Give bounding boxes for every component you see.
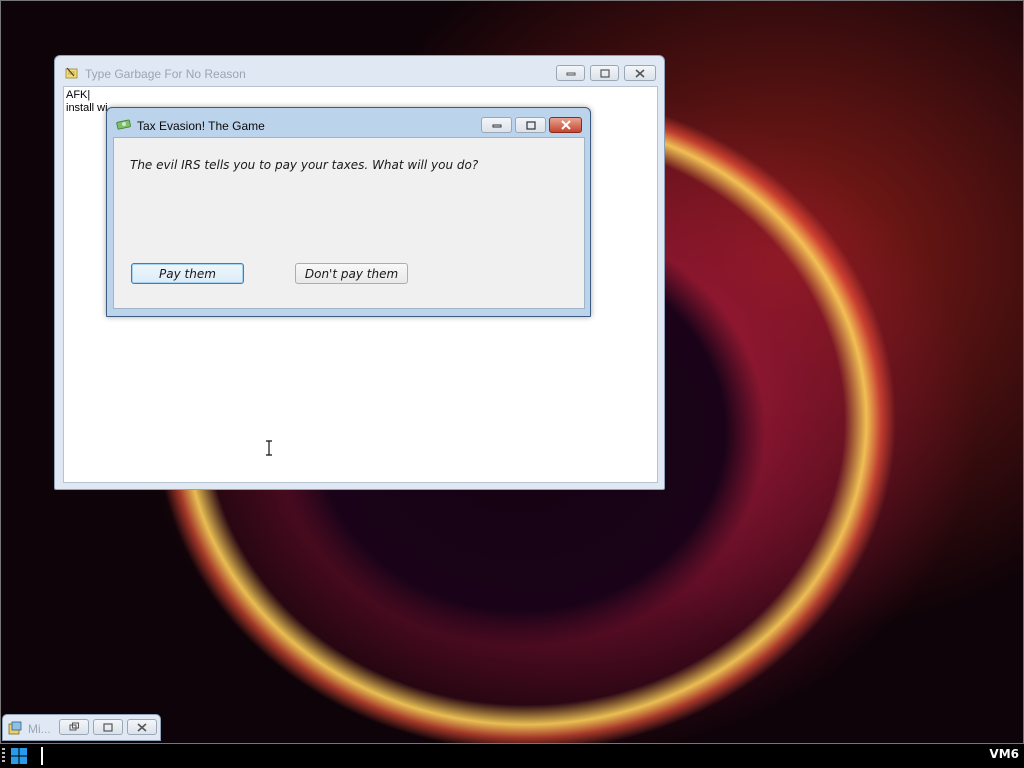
close-icon [635, 68, 645, 78]
maximize-icon [525, 120, 536, 130]
minimize-icon [566, 72, 575, 76]
background-minimize-button[interactable] [556, 65, 585, 81]
close-icon [137, 722, 147, 732]
taskbar-grip[interactable] [2, 748, 5, 764]
text-line-1: AFK| [66, 89, 91, 101]
dialog-message: The evil IRS tells you to pay your taxes… [130, 158, 479, 172]
taskbar-clock: VM6 [989, 747, 1019, 761]
minimized-close-button[interactable] [127, 719, 157, 735]
close-icon [560, 120, 571, 130]
notepad-icon [65, 67, 78, 79]
taskbar: VM6 [0, 744, 1024, 768]
dialog-title: Tax Evasion! The Game [137, 119, 265, 133]
money-icon [116, 119, 131, 130]
pay-them-button[interactable]: Pay them [131, 263, 244, 284]
text-line-2: install wi [66, 102, 108, 114]
dialog-maximize-button[interactable] [515, 117, 546, 133]
tax-evasion-dialog[interactable]: Tax Evasion! The Game The evil IRS tells… [106, 107, 591, 317]
maximize-icon [103, 722, 113, 732]
minimized-window[interactable]: Mi... [2, 714, 161, 741]
background-close-button[interactable] [624, 65, 656, 81]
taskbar-text-caret [41, 747, 43, 765]
background-window-title: Type Garbage For No Reason [85, 67, 246, 81]
dialog-close-button[interactable] [549, 117, 582, 133]
minimized-restore-button[interactable] [59, 719, 89, 735]
text-cursor-icon [266, 440, 272, 456]
dialog-content: The evil IRS tells you to pay your taxes… [113, 137, 585, 309]
background-maximize-button[interactable] [590, 65, 619, 81]
windows-start-icon[interactable] [10, 747, 28, 765]
minimize-icon [492, 124, 501, 128]
minimized-maximize-button[interactable] [93, 719, 123, 735]
dialog-minimize-button[interactable] [481, 117, 512, 133]
minimized-window-label: Mi... [28, 722, 51, 736]
dont-pay-them-button[interactable]: Don't pay them [295, 263, 408, 284]
app-icon [8, 721, 22, 735]
maximize-icon [599, 68, 610, 78]
restore-icon [69, 722, 79, 731]
